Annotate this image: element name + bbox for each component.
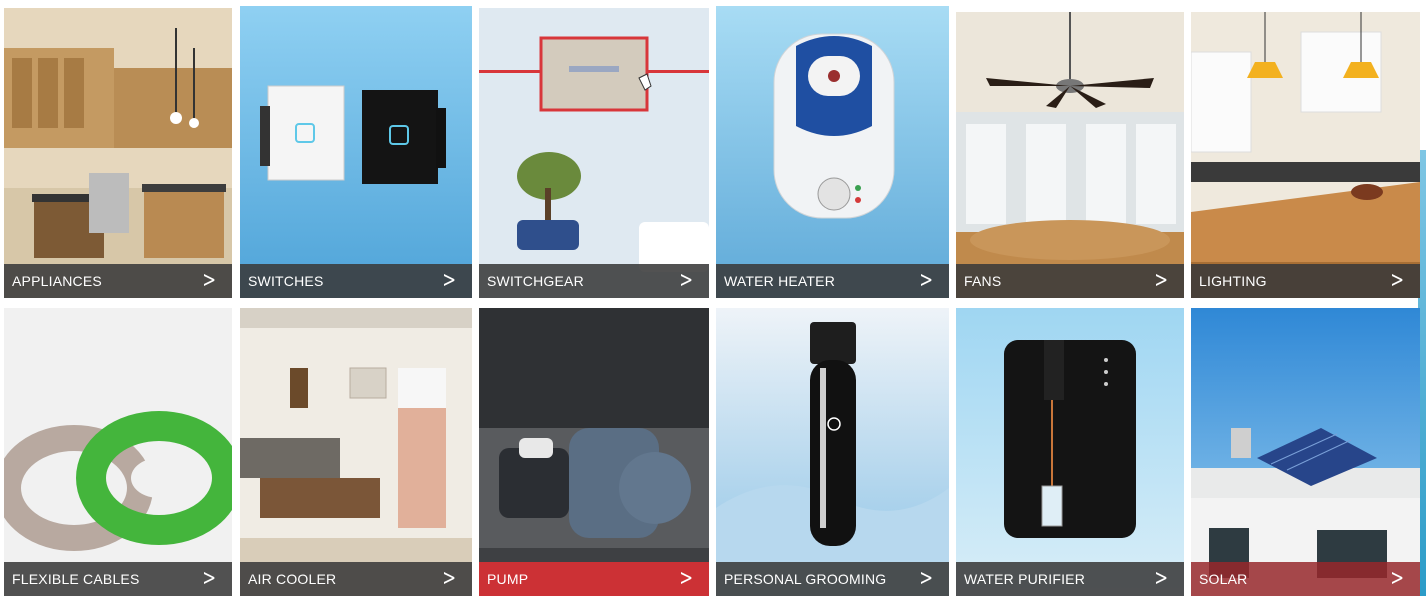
chevron-right-icon: >	[1389, 268, 1404, 293]
category-bar: SWITCHES >	[240, 264, 472, 298]
category-tile-appliances[interactable]: APPLIANCES >	[4, 8, 232, 298]
air-cooler-image	[240, 308, 472, 596]
category-bar: LIGHTING >	[1191, 264, 1420, 298]
kitchen-image	[4, 8, 232, 298]
lighting-image	[1191, 12, 1420, 298]
chevron-right-icon: >	[1389, 566, 1404, 591]
category-tile-pump[interactable]: PUMP >	[479, 308, 709, 596]
pump-image	[479, 308, 709, 596]
category-label: LIGHTING	[1199, 273, 1267, 289]
category-label: SWITCHGEAR	[487, 273, 584, 289]
switchgear-image	[479, 8, 709, 298]
category-label: WATER HEATER	[724, 273, 836, 289]
category-tile-air-cooler[interactable]: AIR COOLER >	[240, 308, 472, 596]
category-tile-personal-grooming[interactable]: PERSONAL GROOMING >	[716, 308, 949, 596]
category-tile-switchgear[interactable]: SWITCHGEAR >	[479, 8, 709, 298]
category-tile-fans[interactable]: FANS >	[956, 12, 1184, 298]
switches-image	[240, 6, 472, 298]
category-tile-water-heater[interactable]: WATER HEATER >	[716, 6, 949, 298]
category-bar: SOLAR >	[1191, 562, 1420, 596]
category-label: WATER PURIFIER	[964, 571, 1086, 587]
category-bar: AIR COOLER >	[240, 562, 472, 596]
category-label: PERSONAL GROOMING	[724, 571, 887, 587]
category-tile-lighting[interactable]: LIGHTING >	[1191, 12, 1420, 298]
category-label: AIR COOLER	[248, 571, 337, 587]
chevron-right-icon: >	[678, 268, 693, 293]
category-tile-water-purifier[interactable]: WATER PURIFIER >	[956, 308, 1184, 596]
category-bar: SWITCHGEAR >	[479, 264, 709, 298]
category-bar: PERSONAL GROOMING >	[716, 562, 949, 596]
category-bar: WATER HEATER >	[716, 264, 949, 298]
flexible-cables-image	[4, 308, 232, 596]
chevron-right-icon: >	[1153, 268, 1168, 293]
water-heater-image	[716, 6, 949, 298]
water-purifier-image	[956, 308, 1184, 596]
chevron-right-icon: >	[201, 566, 216, 591]
grooming-image	[716, 308, 949, 596]
chevron-right-icon: >	[441, 268, 456, 293]
category-label: APPLIANCES	[12, 273, 102, 289]
chevron-right-icon: >	[201, 268, 216, 293]
chevron-right-icon: >	[441, 566, 456, 591]
category-label: FLEXIBLE CABLES	[12, 571, 140, 587]
category-label: SWITCHES	[248, 273, 324, 289]
category-bar: PUMP >	[479, 562, 709, 596]
category-label: SOLAR	[1199, 571, 1248, 587]
category-bar: FANS >	[956, 264, 1184, 298]
chevron-right-icon: >	[1153, 566, 1168, 591]
category-bar: FLEXIBLE CABLES >	[4, 562, 232, 596]
category-label: FANS	[964, 273, 1002, 289]
fans-image	[956, 12, 1184, 298]
category-label: PUMP	[487, 571, 529, 587]
category-bar: APPLIANCES >	[4, 264, 232, 298]
category-tile-flexible-cables[interactable]: FLEXIBLE CABLES >	[4, 308, 232, 596]
chevron-right-icon: >	[678, 566, 693, 591]
category-tile-solar[interactable]: SOLAR >	[1191, 308, 1420, 596]
chevron-right-icon: >	[918, 566, 933, 591]
category-bar: WATER PURIFIER >	[956, 562, 1184, 596]
category-tile-switches[interactable]: SWITCHES >	[240, 6, 472, 298]
solar-image	[1191, 308, 1420, 596]
chevron-right-icon: >	[918, 268, 933, 293]
